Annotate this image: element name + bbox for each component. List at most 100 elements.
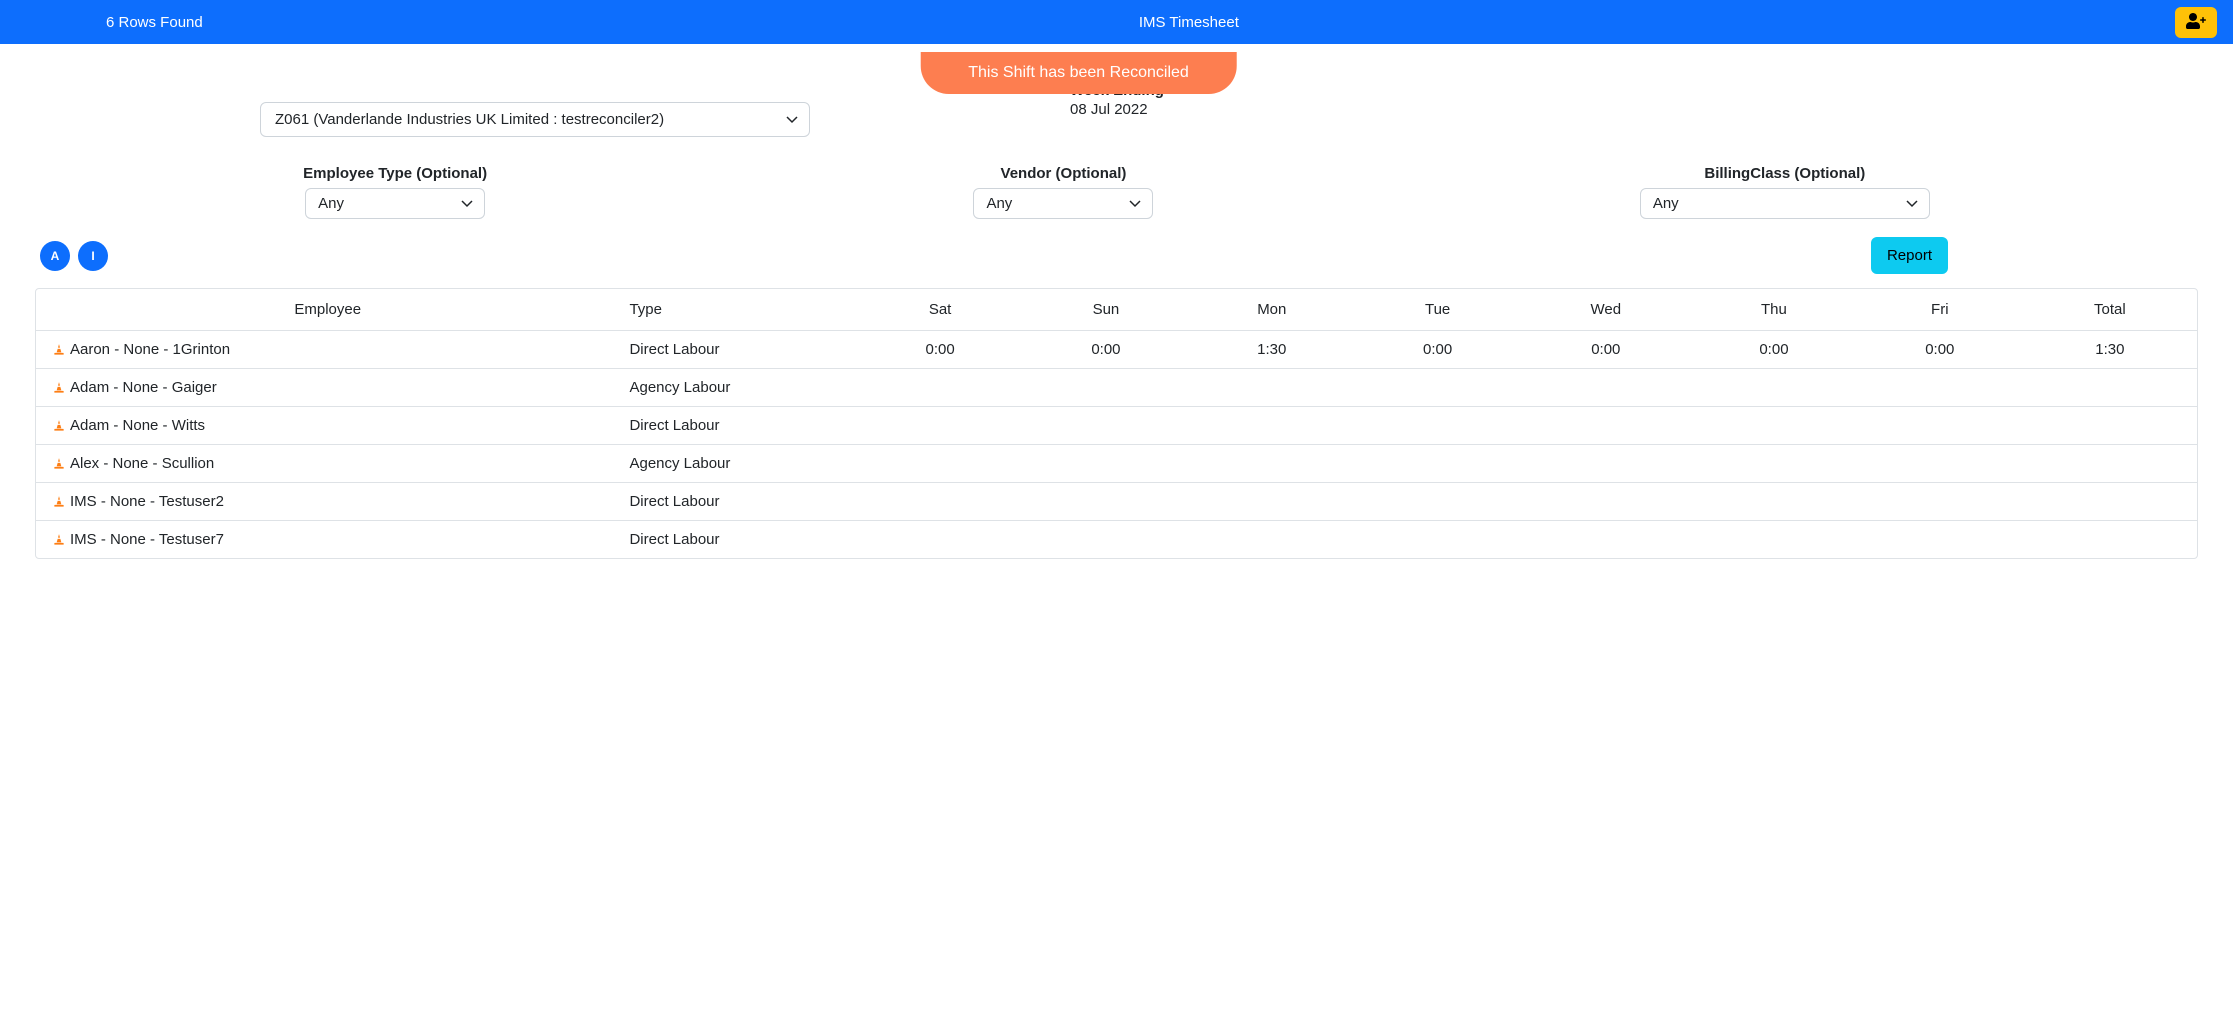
table-cell-fri (1857, 483, 2023, 521)
project-select[interactable]: Z061 (Vanderlande Industries UK Limited … (260, 102, 810, 137)
table-header-cell: Mon (1189, 289, 1355, 331)
employee-name: Aaron - None - 1Grinton (70, 341, 230, 358)
table-cell-type: Direct Labour (619, 331, 857, 369)
filter-employee-type: Employee Type (Optional) Any (303, 165, 487, 219)
table-head: EmployeeTypeSatSunMonTueWedThuFriTotal (36, 289, 2197, 331)
table-cell-mon (1189, 445, 1355, 483)
table-cell-mon (1189, 521, 1355, 559)
table-row[interactable]: IMS - None - Testuser2Direct Labour (36, 483, 2197, 521)
table-body: Aaron - None - 1GrintonDirect Labour0:00… (36, 331, 2197, 559)
action-row: A I Report (20, 229, 2213, 288)
employee-cell: Alex - None - Scullion (36, 445, 619, 483)
table-cell-sat (857, 407, 1023, 445)
content: This Shift has been Reconciled Z061 (Van… (0, 44, 2233, 579)
a-button[interactable]: A (40, 241, 70, 271)
table-cell-total (2023, 483, 2197, 521)
table-cell-sun (1023, 369, 1189, 407)
project-select-wrap: Z061 (Vanderlande Industries UK Limited … (260, 102, 810, 137)
filter-vendor: Vendor (Optional) Any (973, 165, 1153, 219)
employee-name: Adam - None - Witts (70, 417, 205, 434)
worker-icon (52, 533, 66, 547)
add-user-button[interactable] (2175, 7, 2217, 38)
rows-found-label: 6 Rows Found (106, 14, 203, 31)
table-cell-sat (857, 521, 1023, 559)
table-row[interactable]: Adam - None - Gaiger Agency Labour (36, 369, 2197, 407)
table-header-cell: Total (2023, 289, 2197, 331)
table-header-cell: Thu (1691, 289, 1857, 331)
table-cell-thu (1691, 407, 1857, 445)
employee-cell: Aaron - None - 1Grinton (36, 331, 619, 369)
employee-cell: IMS - None - Testuser2 (36, 483, 619, 521)
vendor-label: Vendor (Optional) (973, 165, 1153, 182)
table-cell-sun (1023, 407, 1189, 445)
billing-class-label: BillingClass (Optional) (1640, 165, 1930, 182)
worker-icon (52, 381, 66, 395)
header-right (2175, 7, 2217, 38)
table-cell-mon (1189, 407, 1355, 445)
table-cell-fri (1857, 407, 2023, 445)
table-cell-tue (1355, 521, 1521, 559)
table-header-cell: Tue (1355, 289, 1521, 331)
table-cell-total (2023, 521, 2197, 559)
table-cell-fri (1857, 369, 2023, 407)
user-plus-icon (2185, 13, 2207, 32)
i-button[interactable]: I (78, 241, 108, 271)
employee-name: Alex - None - Scullion (70, 455, 214, 472)
table-cell-type: Direct Labour (619, 407, 857, 445)
worker-icon (52, 495, 66, 509)
employee-name: IMS - None - Testuser7 (70, 531, 224, 548)
table-header-row: EmployeeTypeSatSunMonTueWedThuFriTotal (36, 289, 2197, 331)
table-cell-thu (1691, 483, 1857, 521)
table-row[interactable]: Alex - None - ScullionAgency Labour (36, 445, 2197, 483)
table-cell-sat (857, 369, 1023, 407)
table-cell-type: Direct Labour (619, 521, 857, 559)
table-row[interactable]: Aaron - None - 1GrintonDirect Labour0:00… (36, 331, 2197, 369)
table-header-cell: Employee (36, 289, 619, 331)
vendor-select[interactable]: Any (973, 188, 1153, 219)
table-cell-total (2023, 407, 2197, 445)
table-header-cell: Fri (1857, 289, 2023, 331)
table-cell-fri (1857, 521, 2023, 559)
worker-icon (52, 419, 66, 433)
table-cell-mon (1189, 369, 1355, 407)
table-cell-thu (1691, 521, 1857, 559)
table-header-cell: Type (619, 289, 857, 331)
timesheet-table: EmployeeTypeSatSunMonTueWedThuFriTotal A… (36, 289, 2197, 558)
table-cell-total (2023, 445, 2197, 483)
table-cell-sun: 0:00 (1023, 331, 1189, 369)
reconciled-toast: This Shift has been Reconciled (920, 52, 1237, 94)
table-cell-type: Agency Labour (619, 369, 857, 407)
table-cell-tue: 0:00 (1355, 331, 1521, 369)
table-cell-sat: 0:00 (857, 331, 1023, 369)
employee-name: Adam - None - Gaiger (70, 379, 217, 396)
employee-cell: Adam - None - Gaiger (36, 369, 619, 407)
table-cell-total: 1:30 (2023, 331, 2197, 369)
header-bar: 6 Rows Found IMS Timesheet (0, 0, 2233, 44)
table-cell-tue (1355, 369, 1521, 407)
table-cell-thu (1691, 369, 1857, 407)
worker-icon (52, 457, 66, 471)
table-cell-fri: 0:00 (1857, 331, 2023, 369)
table-cell-fri (1857, 445, 2023, 483)
employee-cell: Adam - None - Witts (36, 407, 619, 445)
table-header-cell: Wed (1521, 289, 1691, 331)
timesheet-table-wrap: EmployeeTypeSatSunMonTueWedThuFriTotal A… (35, 288, 2198, 559)
table-cell-tue (1355, 445, 1521, 483)
table-cell-mon: 1:30 (1189, 331, 1355, 369)
table-cell-wed (1521, 407, 1691, 445)
table-cell-wed (1521, 445, 1691, 483)
table-cell-thu (1691, 445, 1857, 483)
table-row[interactable]: IMS - None - Testuser7 Direct Labour (36, 521, 2197, 559)
report-button[interactable]: Report (1871, 237, 1948, 274)
table-row[interactable]: Adam - None - Witts Direct Labour (36, 407, 2197, 445)
table-cell-sun (1023, 483, 1189, 521)
billing-class-select[interactable]: Any (1640, 188, 1930, 219)
filter-billing-class: BillingClass (Optional) Any (1640, 165, 1930, 219)
table-cell-type: Direct Labour (619, 483, 857, 521)
table-cell-wed (1521, 521, 1691, 559)
table-cell-sat (857, 483, 1023, 521)
employee-type-label: Employee Type (Optional) (303, 165, 487, 182)
table-cell-wed (1521, 369, 1691, 407)
employee-type-select[interactable]: Any (305, 188, 485, 219)
table-cell-tue (1355, 483, 1521, 521)
